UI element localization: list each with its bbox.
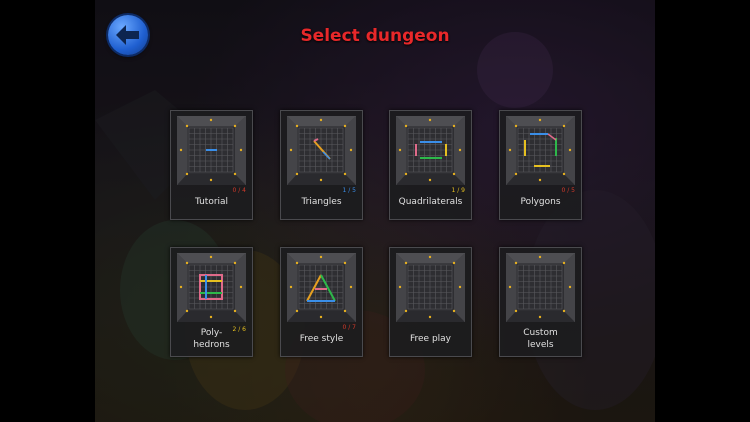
dungeon-label: Polygons (520, 197, 561, 207)
polygons-board-icon (506, 116, 575, 185)
dungeon-label: Custom levels (523, 328, 558, 350)
page-title: Select dungeon (300, 26, 450, 46)
dungeon-label: Tutorial (194, 197, 229, 207)
dungeon-progress: 0 / 7 (342, 324, 356, 331)
dungeon-progress: 0 / 5 (561, 187, 575, 194)
dungeon-progress: 1 / 9 (451, 187, 465, 194)
dungeon-progress: 1 / 5 (342, 187, 356, 194)
tutorial-board-icon (177, 116, 246, 185)
triangles-board-icon (287, 116, 356, 185)
quadrilaterals-board-icon (396, 116, 465, 185)
dungeon-tile-free-play[interactable]: Free play (389, 247, 472, 357)
dungeon-label: Free play (409, 334, 451, 344)
polyhedrons-board-icon (177, 253, 246, 322)
dungeon-label: Triangles (301, 197, 342, 207)
dungeon-tile-polyhedrons[interactable]: Poly-hedrons 2 / 6 (170, 247, 253, 357)
dungeon-tile-custom-levels[interactable]: Custom levels (499, 247, 582, 357)
dungeon-tile-quadrilaterals[interactable]: Quadrilaterals 1 / 9 (389, 110, 472, 220)
dungeon-tile-free-style[interactable]: Free style 0 / 7 (280, 247, 363, 357)
dungeon-progress: 2 / 6 (232, 326, 246, 333)
free-style-board-icon (287, 253, 356, 322)
dungeon-label: Quadrilaterals (398, 197, 463, 207)
custom-levels-board-icon (506, 253, 575, 322)
dungeon-tile-polygons[interactable]: Polygons 0 / 5 (499, 110, 582, 220)
free-play-board-icon (396, 253, 465, 322)
dungeon-tile-triangles[interactable]: Triangles 1 / 5 (280, 110, 363, 220)
dungeon-tile-tutorial[interactable]: Tutorial 0 / 4 (170, 110, 253, 220)
dungeon-progress: 0 / 4 (232, 187, 246, 194)
dungeon-label: Free style (299, 334, 344, 344)
